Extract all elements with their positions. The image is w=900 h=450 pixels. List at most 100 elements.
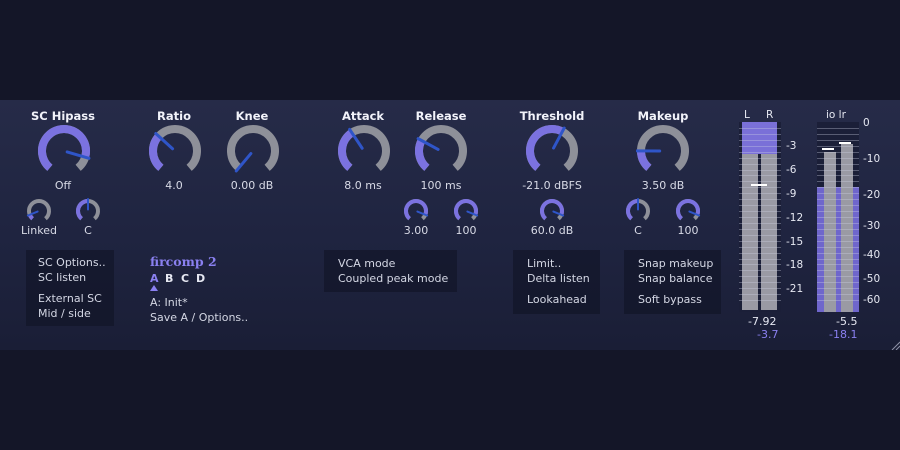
meter-tick-line (739, 169, 781, 171)
coupled-peak-mode-toggle[interactable]: Coupled peak mode (338, 272, 448, 285)
makeup-sub-knob[interactable] (675, 198, 701, 224)
meter-tick-line (817, 205, 859, 207)
meter-tick-line (817, 234, 859, 236)
meter-tick-line (817, 264, 859, 266)
makeup-channel-value: C (634, 224, 642, 237)
meter-in-r-label: R (766, 109, 774, 121)
meter-in-scale-12: -12 (786, 212, 804, 224)
meter-tick-line (817, 294, 859, 296)
attack-value: 8.0 ms (344, 179, 382, 192)
meter-tick-line (739, 240, 781, 242)
meter-tick-line (817, 169, 859, 171)
meter-tick-line (739, 175, 781, 177)
meter-out-scale-20: -20 (863, 189, 881, 201)
meter-out-scale-0: 0 (863, 117, 870, 129)
meter-tick-line (817, 193, 859, 195)
limit-button[interactable]: Limit.. (527, 257, 561, 270)
meter-tick-line (739, 246, 781, 248)
sc-linked-knob[interactable] (26, 198, 52, 224)
meter-tick-line (739, 270, 781, 272)
input-peak-value: -7.92 (748, 315, 777, 328)
meter-tick-line (817, 181, 859, 183)
input-meter-peak-line (751, 184, 767, 186)
meter-tick-line (817, 211, 859, 213)
meter-tick-line (817, 282, 859, 284)
release-sub1-knob[interactable] (403, 198, 429, 224)
knee-value: 0.00 dB (230, 179, 274, 192)
release-sub2-knob[interactable] (453, 198, 479, 224)
snap-box: Snap makeup Snap balance Soft bypass (624, 250, 721, 314)
preset-slot-a[interactable]: A (150, 272, 159, 285)
output-meter-peak-r (839, 142, 851, 144)
meter-in-scale-18: -18 (786, 259, 804, 271)
release-knob[interactable] (414, 124, 468, 178)
meter-in-scale-6: -6 (786, 164, 797, 176)
snap-makeup-toggle[interactable]: Snap makeup (638, 257, 713, 270)
lookahead-knob[interactable] (539, 198, 565, 224)
input-meter-gr-bar (742, 122, 777, 154)
sidechain-options-box: SC Options.. SC listen External SC Mid /… (26, 250, 114, 326)
mode-box: VCA mode Coupled peak mode (324, 250, 457, 292)
ratio-knob[interactable] (148, 124, 202, 178)
meter-tick-line (739, 276, 781, 278)
meter-tick-line (739, 300, 781, 302)
release-sub1-value: 3.00 (403, 224, 429, 237)
meter-tick-line (817, 222, 859, 224)
preset-slot-b[interactable]: B (165, 272, 173, 285)
ratio-label: Ratio (157, 109, 191, 123)
meter-tick-line (817, 133, 859, 135)
meter-tick-line (739, 205, 781, 207)
resize-grip-icon[interactable] (890, 340, 900, 350)
meter-in-scale-9: -9 (786, 188, 797, 200)
threshold-label: Threshold (519, 109, 585, 123)
meter-tick-line (739, 139, 781, 141)
meter-tick-line (817, 151, 859, 153)
preset-slot-c[interactable]: C (181, 272, 189, 285)
lookahead-value: 60.0 dB (530, 224, 574, 237)
sc-listen-toggle[interactable]: SC listen (38, 271, 86, 284)
meter-tick-line (817, 145, 859, 147)
sc-options-button[interactable]: SC Options.. (38, 256, 106, 269)
meter-tick-line (739, 163, 781, 165)
makeup-label: Makeup (637, 109, 689, 123)
preset-slot-d[interactable]: D (196, 272, 205, 285)
meter-tick-line (817, 288, 859, 290)
meter-tick-line (739, 222, 781, 224)
external-sc-toggle[interactable]: External SC (38, 292, 102, 305)
meter-tick-line (817, 246, 859, 248)
sc-hipass-knob[interactable] (37, 124, 91, 178)
meter-tick-line (739, 187, 781, 189)
meter-out-scale-10: -10 (863, 153, 881, 165)
preset-save-button[interactable]: Save A / Options.. (150, 311, 248, 324)
lookahead-toggle[interactable]: Lookahead (527, 293, 587, 306)
preset-title: fircomp 2 (150, 254, 217, 269)
threshold-knob[interactable] (525, 124, 579, 178)
vca-mode-toggle[interactable]: VCA mode (338, 257, 395, 270)
meter-tick-line (739, 228, 781, 230)
meter-tick-line (739, 128, 781, 129)
sc-channel-knob[interactable] (75, 198, 101, 224)
snap-balance-toggle[interactable]: Snap balance (638, 272, 712, 285)
meter-out-scale-40: -40 (863, 249, 881, 261)
meter-tick-line (817, 163, 859, 165)
soft-bypass-toggle[interactable]: Soft bypass (638, 293, 702, 306)
meter-tick-line (739, 294, 781, 296)
meter-in-scale-15: -15 (786, 236, 804, 248)
meter-tick-line (739, 234, 781, 236)
release-value: 100 ms (420, 179, 462, 192)
makeup-knob[interactable] (636, 124, 690, 178)
makeup-sub-value: 100 (677, 224, 699, 237)
sc-hipass-value: Off (54, 179, 72, 192)
meter-tick-line (817, 300, 859, 302)
knee-label: Knee (235, 109, 269, 123)
knee-knob[interactable] (226, 124, 280, 178)
makeup-channel-knob[interactable] (625, 198, 651, 224)
mid-side-toggle[interactable]: Mid / side (38, 307, 91, 320)
delta-listen-toggle[interactable]: Delta listen (527, 272, 590, 285)
sc-channel-value: C (84, 224, 92, 237)
attack-knob[interactable] (337, 124, 391, 178)
meter-tick-line (739, 264, 781, 266)
ratio-value: 4.0 (165, 179, 183, 192)
preset-current-name: A: Init* (150, 296, 188, 309)
release-sub2-value: 100 (455, 224, 477, 237)
